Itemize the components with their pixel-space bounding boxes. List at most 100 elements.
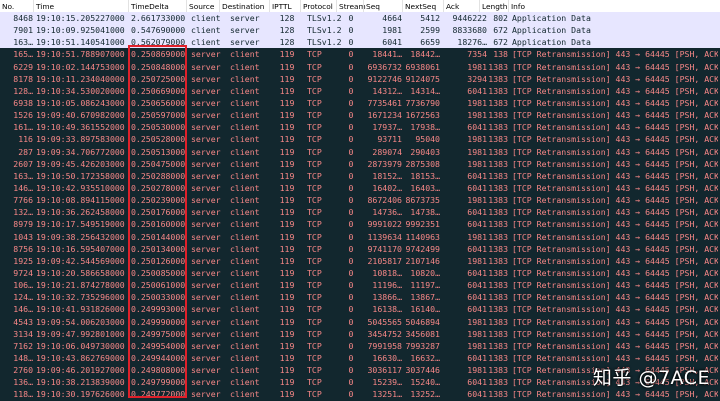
- column-separator[interactable]: [219, 0, 220, 12]
- col-seq-header[interactable]: Seq: [366, 2, 380, 11]
- cell-destination: client: [230, 170, 260, 181]
- column-separator[interactable]: [33, 0, 34, 12]
- packet-row[interactable]: 163… 19:10:50.172358000 0.250288000 server c…: [0, 169, 720, 182]
- packet-row[interactable]: 165… 19:10:51.788907000 0.250869000 server c…: [0, 48, 720, 61]
- packet-row[interactable]: 163… 19:10:51.140541000 0.562079000 client s…: [0, 36, 720, 49]
- cell-info: [TCP Retransmission] 443 → 64445 [PSH, A…: [512, 304, 718, 315]
- cell-ipttl: 128: [279, 37, 295, 48]
- packet-row[interactable]: 8979 19:10:17.549519000 0.250160000 server c…: [0, 218, 720, 231]
- packet-row[interactable]: 6938 19:10:05.086243000 0.250656000 server c…: [0, 96, 720, 110]
- cell-stream: 0: [348, 243, 354, 254]
- packet-row[interactable]: 4543 19:09:54.006203000 0.249990000 server c…: [0, 315, 720, 328]
- cell-destination: client: [230, 292, 260, 303]
- packet-row[interactable]: 287 19:09:34.706772000 0.250513000 server cl…: [0, 145, 720, 158]
- col-ack-header[interactable]: Ack: [446, 2, 459, 11]
- packet-row[interactable]: 7162 19:10:06.049730000 0.249954000 server c…: [0, 339, 720, 352]
- column-separator[interactable]: [186, 0, 187, 12]
- col-info-header[interactable]: Info: [511, 2, 525, 11]
- cell-seq: 6041: [382, 37, 402, 48]
- cell-nextseq: 11197…: [410, 280, 440, 291]
- packet-row[interactable]: 8468 19:10:15.205227000 2.661733000 client s…: [0, 12, 720, 25]
- cell-nextseq: 7736790: [405, 97, 440, 108]
- column-separator[interactable]: [508, 0, 509, 12]
- column-separator[interactable]: [300, 0, 301, 12]
- cell-time: 19:10:20.586658000: [36, 267, 125, 278]
- column-separator[interactable]: [336, 0, 337, 12]
- packet-row[interactable]: 7766 19:10:08.894115000 0.250239000 server c…: [0, 194, 720, 207]
- cell-protocol: TCP: [307, 267, 322, 278]
- cell-stream: 0: [348, 352, 354, 363]
- col-time-header[interactable]: Time: [36, 2, 54, 11]
- packet-row[interactable]: 1043 19:09:38.256432000 0.250144000 server c…: [0, 230, 720, 243]
- cell-time: 19:10:51.140541000: [36, 37, 125, 48]
- cell-no: 7901: [13, 25, 33, 36]
- cell-seq: 16138…: [372, 304, 402, 315]
- cell-timedelta: 0.250061000: [131, 280, 186, 291]
- cell-destination: server: [230, 13, 260, 23]
- cell-source: server: [191, 182, 221, 193]
- cell-info: [TCP Retransmission] 443 → 64445 [PSH, A…: [512, 73, 718, 84]
- cell-time: 19:10:05.086243000: [36, 97, 125, 108]
- cell-source: server: [191, 267, 221, 278]
- cell-ack: 6041: [467, 377, 487, 388]
- column-separator[interactable]: [443, 0, 444, 12]
- packet-row[interactable]: 132… 19:10:36.262458000 0.250176000 server c…: [0, 206, 720, 219]
- column-separator[interactable]: [128, 0, 129, 12]
- cell-time: 19:09:40.670982000: [36, 110, 125, 121]
- packet-row[interactable]: 7901 19:10:09.925041000 0.547690000 client s…: [0, 24, 720, 37]
- packet-row[interactable]: 6229 19:10:02.144753000 0.250848000 server c…: [0, 60, 720, 73]
- cell-no: 136…: [13, 377, 33, 388]
- packet-row[interactable]: 146… 19:10:42.935510000 0.250278000 server c…: [0, 181, 720, 195]
- cell-ack: 1981: [467, 146, 487, 157]
- cell-timedelta: 0.250239000: [131, 195, 186, 206]
- cell-no: 106…: [13, 280, 33, 291]
- cell-length: 1383: [488, 267, 508, 278]
- packet-row[interactable]: 161… 19:10:49.361552000 0.250530000 server c…: [0, 121, 720, 134]
- packet-row[interactable]: 124… 19:10:32.735296000 0.250033000 server c…: [0, 291, 720, 304]
- cell-protocol: TLSv1.2: [307, 37, 342, 48]
- cell-time: 19:10:02.144753000: [36, 61, 125, 72]
- cell-info: [TCP Retransmission] 443 → 64445 [PSH, A…: [512, 195, 718, 206]
- col-source-header[interactable]: Source: [189, 2, 214, 11]
- col-length-header[interactable]: Length: [482, 2, 508, 11]
- col-protocol-header[interactable]: Protocol: [303, 2, 333, 11]
- cell-timedelta: 0.249954000: [131, 340, 186, 351]
- packet-row[interactable]: 116 19:09:33.897583000 0.250528000 server cl…: [0, 133, 720, 146]
- packet-row[interactable]: 106… 19:10:21.874278000 0.250061000 server c…: [0, 279, 720, 292]
- cell-stream: 0: [348, 377, 354, 388]
- packet-row[interactable]: 1526 19:09:40.670982000 0.250597000 server c…: [0, 109, 720, 122]
- packet-row[interactable]: 9724 19:10:20.586658000 0.250085000 server c…: [0, 266, 720, 280]
- cell-info: [TCP Retransmission] 443 → 64445 [PSH, A…: [512, 328, 718, 339]
- cell-nextseq: 16140…: [410, 304, 440, 315]
- col-timedelta-header[interactable]: TimeDelta: [131, 2, 169, 11]
- column-separator[interactable]: [363, 0, 364, 12]
- packet-row[interactable]: 8178 19:10:11.234040000 0.250725000 server c…: [0, 72, 720, 85]
- column-separator[interactable]: [479, 0, 480, 12]
- cell-no: 132…: [13, 207, 33, 218]
- packet-row[interactable]: 128… 19:10:34.530020000 0.250669000 server c…: [0, 84, 720, 97]
- packet-row[interactable]: 2607 19:09:45.426203000 0.250475000 server c…: [0, 157, 720, 170]
- cell-no: 7162: [13, 340, 33, 351]
- packet-row[interactable]: 118… 19:10:30.197626000 0.249772000 server c…: [0, 388, 720, 401]
- col-ipttl-header[interactable]: IPTTL: [272, 2, 292, 11]
- packet-row[interactable]: 1925 19:09:42.544569000 0.250126000 server c…: [0, 254, 720, 267]
- cell-protocol: TCP: [307, 365, 322, 376]
- packet-row[interactable]: 3134 19:09:47.992801000 0.249975000 server c…: [0, 327, 720, 340]
- cell-ack: 6041: [467, 85, 487, 96]
- packet-row[interactable]: 146… 19:10:41.931826000 0.249993000 server c…: [0, 303, 720, 316]
- col-nextseq-header[interactable]: NextSeq: [405, 2, 436, 11]
- cell-time: 19:10:41.931826000: [36, 304, 125, 315]
- cell-timedelta: 0.250848000: [131, 61, 186, 72]
- column-separator[interactable]: [269, 0, 270, 12]
- col-no-header[interactable]: No.: [2, 2, 14, 11]
- col-destination-header[interactable]: Destination: [222, 2, 264, 11]
- packet-row[interactable]: 8756 19:10:16.595407000 0.250134000 server c…: [0, 242, 720, 255]
- cell-source: server: [191, 231, 221, 242]
- column-separator[interactable]: [402, 0, 403, 12]
- cell-ack: 1981: [467, 316, 487, 327]
- cell-seq: 1981: [382, 25, 402, 36]
- col-stream-header[interactable]: Stream: [339, 2, 366, 11]
- cell-time: 19:10:51.788907000: [36, 49, 125, 60]
- cell-seq: 16630…: [372, 352, 402, 363]
- packet-list: No. Time TimeDelta Source Destination IPTTL Pr…: [0, 0, 720, 401]
